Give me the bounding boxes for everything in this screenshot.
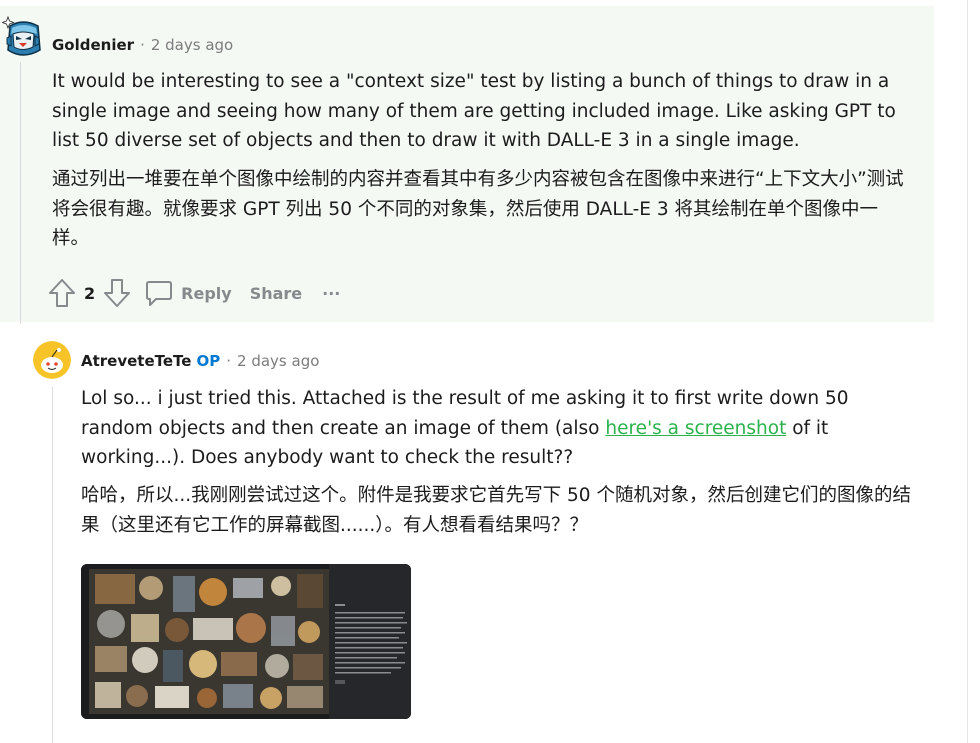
op-badge: OP [196, 352, 221, 370]
comment-actions: 2 Reply Share ··· [48, 277, 340, 309]
comment-timestamp[interactable]: 2 days ago [151, 36, 233, 54]
downvote-arrow-icon[interactable] [103, 278, 131, 308]
upvote-arrow-icon[interactable] [48, 278, 76, 308]
comment-body-english: It would be interesting to see a "contex… [52, 71, 896, 151]
meta-separator: · [140, 36, 145, 54]
reply-label: Reply [181, 283, 232, 303]
avatar[interactable] [1, 14, 44, 60]
comment-thread: Goldenier · 2 days ago It would be inter… [0, 0, 980, 743]
comment-body-chinese: 哈哈，所以...我刚刚尝试过这个。附件是我要求它首先写下 50 个随机对象，然后… [81, 485, 911, 536]
author-name[interactable]: Goldenier [52, 36, 134, 54]
meta-separator: · [226, 352, 232, 370]
speech-bubble-icon [146, 281, 173, 306]
author-name[interactable]: AtreveteTeTe [81, 352, 191, 370]
screenshot-link[interactable]: here's a screenshot [605, 418, 786, 439]
avatar[interactable] [33, 341, 71, 379]
robot-avatar-icon [1, 15, 41, 56]
image-thumbnail [81, 564, 411, 719]
gutter-divider [967, 0, 968, 743]
comment-meta: AtreveteTeTe OP · 2 days ago [81, 352, 319, 370]
comment-body-english: Lol so... i just tried this. Attached is… [81, 384, 916, 473]
comment-timestamp[interactable]: 2 days ago [237, 352, 319, 370]
share-button[interactable]: Share [250, 284, 302, 303]
comment-meta: Goldenier · 2 days ago [52, 36, 233, 54]
snoo-avatar-icon [33, 341, 71, 379]
attached-image[interactable] [81, 564, 411, 719]
thread-line[interactable] [20, 62, 21, 324]
ellipsis-icon[interactable]: ··· [322, 284, 340, 303]
comment-body-chinese: 通过列出一堆要在单个图像中绘制的内容并查看其中有多少内容被包含在图像中来进行“上… [52, 169, 904, 249]
vote-count: 2 [84, 283, 96, 303]
thread-line[interactable] [52, 387, 53, 743]
reply-button[interactable]: Reply [145, 279, 232, 307]
